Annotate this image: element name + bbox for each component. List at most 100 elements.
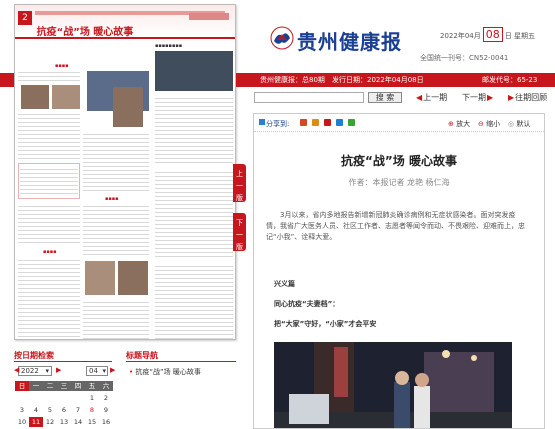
calendar-day[interactable]: 6	[57, 405, 71, 415]
qzone-icon[interactable]	[312, 119, 319, 126]
calendar-day[interactable]: 16	[99, 417, 113, 427]
weekday-header: 一	[29, 381, 43, 391]
zoom-out-label: 缩小	[486, 120, 501, 128]
logo-text: 贵州健康报	[297, 30, 402, 54]
info-bar-left-strip	[0, 73, 14, 87]
thumbnail-photo	[155, 51, 233, 91]
chevron-down-icon: ▾	[102, 367, 106, 375]
prev-issue-link[interactable]: ◀上一期	[416, 92, 447, 103]
next-issue-link[interactable]: 下一期▶	[462, 92, 494, 103]
search-input[interactable]	[254, 92, 364, 103]
thumbnail-headline: 抗疫“战”场 暖心故事	[36, 27, 134, 38]
year-value: 2022	[21, 367, 39, 375]
renren-icon[interactable]	[336, 119, 343, 126]
article-body: 3月以来，省内多地报告新增新冠肺炎确诊病例和无症状感染者。面对突发疫情，我省广大…	[266, 211, 525, 241]
weekday-header: 五	[85, 381, 99, 391]
thumbnail-text-col	[18, 257, 80, 337]
prev-issue-label: 上一期	[423, 93, 448, 102]
zoom-out-button[interactable]: ⊖ 缩小	[478, 119, 500, 129]
calendar-day[interactable]: 3	[15, 405, 29, 415]
title-nav-item-label: 抗疫“战”场 暖心故事	[135, 368, 201, 376]
past-issues-link[interactable]: ▶往期回顾	[508, 92, 547, 103]
page-thumbnail[interactable]: 2 抗疫“战”场 暖心故事 ▪▪▪▪ ▪▪▪▪ ▪▪▪▪ ▪▪▪▪▪▪▪▪	[14, 4, 236, 340]
next-month-arrow[interactable]: ▶	[110, 366, 115, 374]
thumbnail-subhead: ▪▪▪▪	[105, 196, 119, 202]
article-panel: 分享到: ⊕ 放大 ⊖ 缩小 ◎ 默认 抗疫“战”场 暖心故事 作者：本报记者 …	[253, 113, 545, 429]
date-suffix: 日 星期五	[504, 32, 535, 40]
publish-date: 发行日期：2022年04月08日	[332, 76, 424, 84]
section-label: 兴义篇	[274, 280, 295, 288]
thumbnail-text-col	[83, 131, 149, 191]
article-byline: 作者：本报记者 龙艳 杨仁海	[348, 178, 450, 187]
article-photo	[274, 342, 512, 428]
calendar-day[interactable]: 15	[85, 417, 99, 427]
tencent-weibo-icon[interactable]	[324, 119, 331, 126]
night-scene-image	[274, 342, 512, 428]
thumbnail-subhead: ▪▪▪▪	[43, 249, 57, 255]
title-nav-title: 标题导航	[126, 351, 158, 360]
thumbnail-photo	[113, 87, 143, 127]
thumbnail-photo	[52, 85, 80, 109]
share-label: 分享到:	[266, 120, 290, 128]
next-page-tab[interactable]: 下一版	[233, 213, 246, 251]
zoom-in-icon: ⊕	[448, 120, 454, 128]
next-year-arrow[interactable]: ▶	[56, 366, 61, 374]
zoom-in-label: 放大	[456, 120, 471, 128]
thumbnail-photo	[118, 261, 148, 295]
search-button[interactable]: 搜 索	[368, 92, 402, 103]
calendar-day[interactable]: 2	[99, 393, 113, 403]
thumbnail-text-col	[155, 95, 233, 165]
calendar-day-today[interactable]: 11	[29, 417, 43, 427]
calendar-day[interactable]: 1	[85, 393, 99, 403]
title-nav-item[interactable]: • 抗疫“战”场 暖心故事	[129, 367, 201, 377]
calendar-day[interactable]: 12	[43, 417, 57, 427]
prev-page-label: 上一版	[236, 170, 243, 202]
past-issues-label: 往期回顾	[515, 93, 548, 102]
bullet-icon: •	[129, 368, 134, 376]
calendar-day[interactable]: 14	[71, 417, 85, 427]
date-search-title: 按日期检索	[14, 351, 54, 360]
weekday-header: 日	[15, 381, 29, 391]
weekday-header: 三	[57, 381, 71, 391]
calendar-day[interactable]: 10	[15, 417, 29, 427]
weibo-icon[interactable]	[300, 119, 307, 126]
thumbnail-text-col	[18, 69, 80, 81]
calendar-day[interactable]: 5	[43, 405, 57, 415]
thumbnail-text-col	[155, 263, 233, 339]
thumbnail-text-col	[83, 203, 149, 257]
weekday-header: 二	[43, 381, 57, 391]
article-title: 抗疫“战”场 暖心故事	[341, 154, 457, 168]
arrow-right-icon: ▶	[508, 93, 515, 102]
site-logo[interactable]: 贵州健康报	[270, 22, 420, 62]
arrow-right-icon: ▶	[487, 93, 494, 102]
year-select[interactable]: 2022 ▾	[18, 366, 52, 376]
month-select[interactable]: 04 ▾	[86, 366, 108, 376]
logo-emblem-icon	[270, 26, 294, 50]
calendar-day[interactable]: 7	[71, 405, 85, 415]
thumbnail-text-col	[20, 166, 78, 196]
prev-page-tab[interactable]: 上一版	[233, 164, 246, 202]
calendar-day[interactable]: 9	[99, 405, 113, 415]
thumbnail-text-col	[83, 299, 149, 339]
paper-issue: 贵州健康报：总80期	[260, 76, 325, 84]
next-page-label: 下一版	[236, 219, 243, 251]
calendar-day[interactable]: 13	[57, 417, 71, 427]
wechat-icon[interactable]	[348, 119, 355, 126]
next-issue-label: 下一期	[462, 93, 486, 102]
info-bar: 贵州健康报：总80期 发行日期：2022年04月08日 邮发代号：65-23	[236, 73, 555, 87]
prev-year-arrow[interactable]: ◀	[14, 366, 19, 374]
weekday-header: 六	[99, 381, 113, 391]
thumbnail-text-col	[155, 169, 233, 259]
chevron-down-icon: ▾	[45, 367, 49, 375]
issue-date: 2022年04月 08 日 星期五	[440, 27, 535, 42]
zoom-in-button[interactable]: ⊕ 放大	[448, 119, 470, 129]
thumbnail-logo	[189, 13, 229, 20]
zoom-reset-button[interactable]: ◎ 默认	[508, 119, 530, 129]
weekday-header: 四	[71, 381, 85, 391]
arrow-left-icon: ◀	[416, 93, 423, 102]
calendar-day[interactable]: 4	[29, 405, 43, 415]
issn-number: 全国统一刊号：CN52-0041	[420, 54, 509, 62]
date-prefix: 2022年04月	[440, 32, 481, 40]
zoom-out-icon: ⊖	[478, 120, 484, 128]
calendar-day-selected[interactable]: 8	[85, 405, 99, 415]
